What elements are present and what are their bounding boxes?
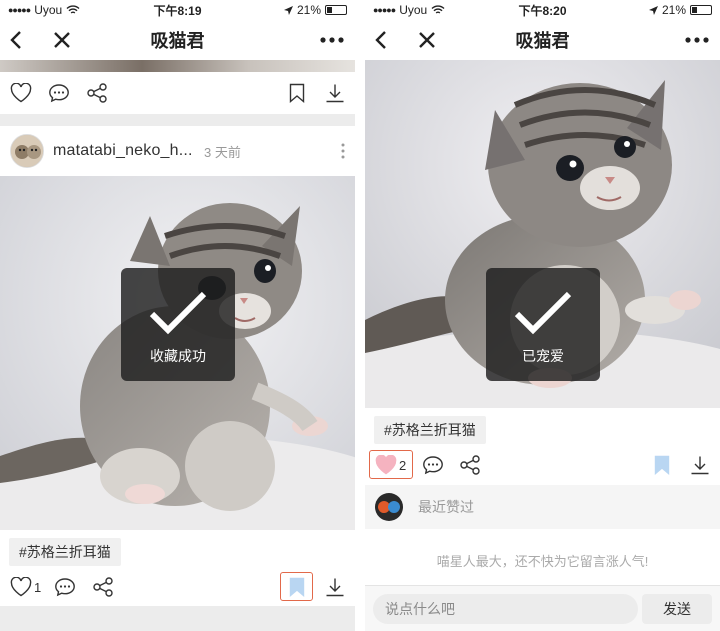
bookmark-button[interactable] bbox=[649, 452, 675, 478]
post-separator bbox=[0, 114, 355, 126]
bookmark-icon bbox=[289, 83, 305, 103]
location-icon bbox=[648, 5, 658, 15]
more-icon bbox=[320, 37, 344, 43]
share-button[interactable] bbox=[90, 574, 116, 600]
bookmark-icon bbox=[654, 455, 670, 475]
post-separator bbox=[0, 606, 355, 631]
send-button[interactable]: 发送 bbox=[642, 594, 712, 624]
tag-chip[interactable]: #苏格兰折耳猫 bbox=[9, 538, 121, 566]
comment-bar: 发送 bbox=[365, 585, 720, 631]
comment-icon bbox=[49, 84, 69, 103]
share-button[interactable] bbox=[84, 80, 110, 106]
liker-avatar-image bbox=[378, 501, 400, 513]
back-icon bbox=[375, 31, 386, 49]
checkmark-icon bbox=[514, 291, 572, 335]
battery-icon bbox=[325, 5, 347, 15]
status-right: 21% bbox=[283, 3, 347, 17]
toast-message: 收藏成功 bbox=[150, 348, 206, 364]
download-icon bbox=[326, 84, 344, 103]
location-icon bbox=[283, 5, 293, 15]
right-phone-screen: ●●●●● Uyou 下午8:20 21% 吸猫君 已宠爱 #苏格兰折耳猫 2 … bbox=[365, 0, 720, 631]
share-icon bbox=[460, 455, 480, 475]
post-actions: 2 bbox=[365, 446, 720, 484]
comment-icon bbox=[55, 578, 75, 597]
post-photo[interactable]: 收藏成功 bbox=[0, 176, 355, 530]
comment-button[interactable] bbox=[420, 452, 446, 478]
close-button[interactable] bbox=[50, 28, 74, 52]
left-phone-screen: ●●●●● Uyou 下午8:19 21% 吸猫君 matatabi_neko_… bbox=[0, 0, 355, 631]
bookmark-icon bbox=[289, 577, 305, 597]
back-icon bbox=[10, 31, 21, 49]
download-button[interactable] bbox=[322, 574, 348, 600]
download-icon bbox=[326, 578, 344, 597]
nav-bar: 吸猫君 bbox=[365, 20, 720, 60]
like-count: 2 bbox=[399, 457, 407, 473]
checkmark-icon bbox=[149, 291, 207, 335]
tag-chip[interactable]: #苏格兰折耳猫 bbox=[374, 416, 486, 444]
heart-icon bbox=[10, 577, 32, 597]
comment-button[interactable] bbox=[52, 574, 78, 600]
avatar-image bbox=[11, 135, 43, 167]
status-bar: ●●●●● Uyou 下午8:20 21% bbox=[365, 0, 720, 20]
more-button[interactable] bbox=[682, 28, 712, 52]
share-icon bbox=[87, 83, 107, 103]
username[interactable]: matatabi_neko_h... bbox=[53, 142, 193, 160]
liker-avatar[interactable] bbox=[375, 493, 403, 521]
more-icon bbox=[685, 37, 709, 43]
close-button[interactable] bbox=[415, 28, 439, 52]
toast-saved: 收藏成功 bbox=[121, 268, 235, 381]
empty-comments-message: 喵星人最大，还不快为它留言涨人气! bbox=[436, 554, 649, 569]
post-header: matatabi_neko_h... 3 天前 bbox=[0, 126, 355, 176]
recent-likes-label: 最近赞过 bbox=[418, 499, 474, 515]
comment-icon bbox=[423, 456, 443, 475]
battery-icon bbox=[690, 5, 712, 15]
avatar[interactable] bbox=[10, 134, 44, 168]
like-count: 1 bbox=[34, 579, 42, 595]
close-icon bbox=[54, 32, 70, 48]
like-button[interactable] bbox=[8, 80, 34, 106]
battery-percent: 21% bbox=[661, 3, 686, 17]
toast-liked: 已宠爱 bbox=[486, 268, 600, 381]
more-button[interactable] bbox=[317, 28, 347, 52]
post-photo[interactable]: 已宠爱 bbox=[365, 60, 720, 408]
recent-likes-row[interactable]: 最近赞过 bbox=[365, 485, 720, 529]
previous-post-image-bottom bbox=[0, 60, 355, 72]
previous-post-actions bbox=[0, 72, 355, 114]
share-button[interactable] bbox=[457, 452, 483, 478]
bookmark-button[interactable] bbox=[284, 80, 310, 106]
status-bar: ●●●●● Uyou 下午8:19 21% bbox=[0, 0, 355, 20]
close-icon bbox=[419, 32, 435, 48]
bookmark-button[interactable] bbox=[284, 574, 310, 600]
comment-input[interactable] bbox=[373, 594, 638, 624]
like-button[interactable]: 1 bbox=[10, 574, 44, 600]
post-time: 3 天前 bbox=[204, 144, 241, 160]
post-more-icon[interactable] bbox=[341, 143, 345, 159]
share-icon bbox=[93, 577, 113, 597]
download-button[interactable] bbox=[322, 80, 348, 106]
post-actions: 1 bbox=[0, 568, 355, 606]
download-icon bbox=[691, 456, 709, 475]
heart-filled-icon bbox=[375, 455, 397, 475]
back-button[interactable] bbox=[369, 28, 393, 52]
battery-percent: 21% bbox=[296, 3, 321, 17]
back-button[interactable] bbox=[4, 28, 28, 52]
nav-bar: 吸猫君 bbox=[0, 20, 355, 60]
heart-icon bbox=[10, 83, 32, 103]
like-button[interactable]: 2 bbox=[375, 452, 409, 478]
toast-message: 已宠爱 bbox=[522, 348, 564, 364]
comment-button[interactable] bbox=[46, 80, 72, 106]
download-button[interactable] bbox=[687, 452, 713, 478]
status-right: 21% bbox=[648, 3, 712, 17]
